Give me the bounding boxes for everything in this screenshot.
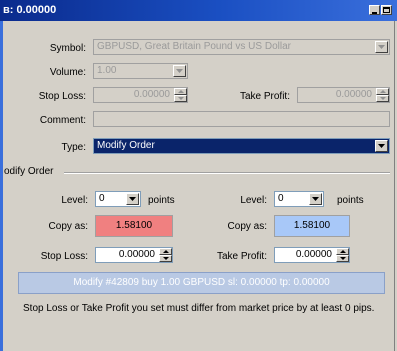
right-level-select[interactable]: 0: [274, 191, 324, 207]
type-label: Type:: [61, 142, 86, 153]
modify-take-profit-spinner[interactable]: [336, 248, 349, 262]
symbol-select[interactable]: GBPUSD, Great Britain Pound vs US Dollar: [93, 39, 390, 55]
stop-loss-value: 0.00000: [133, 89, 170, 100]
chevron-down-icon[interactable]: [375, 140, 388, 152]
modify-order-button[interactable]: Modify #42809 buy 1.00 GBPUSD sl: 0.0000…: [18, 272, 385, 294]
comment-input[interactable]: [93, 111, 390, 127]
modify-stop-loss-spinner[interactable]: [159, 248, 172, 262]
modify-stop-loss-input[interactable]: 0.00000: [95, 247, 173, 263]
minimize-icon: [372, 12, 377, 14]
left-points-label: points: [148, 195, 175, 206]
take-profit-input[interactable]: 0.00000: [297, 87, 390, 103]
arrow-down-icon: [380, 97, 386, 100]
right-points-label: points: [337, 195, 364, 206]
modify-stop-loss-value: 0.00000: [118, 249, 155, 260]
left-level-value: 0: [99, 193, 105, 204]
volume-value: 1.00: [97, 65, 117, 76]
arrow-down-icon: [178, 97, 184, 100]
take-profit-spinner[interactable]: [376, 88, 389, 102]
modify-take-profit-value: 0.00000: [295, 249, 332, 260]
arrow-up-icon: [380, 90, 386, 93]
chevron-down-icon[interactable]: [375, 41, 388, 53]
chevron-down-icon[interactable]: [126, 193, 139, 205]
take-profit-label: Take Profit:: [239, 91, 290, 102]
minimize-button[interactable]: [369, 5, 380, 15]
modify-stop-loss-label: Stop Loss:: [40, 251, 88, 262]
modify-take-profit-input[interactable]: 0.00000: [274, 247, 350, 263]
stop-loss-spinner[interactable]: [174, 88, 187, 102]
arrow-down-icon: [340, 257, 346, 260]
type-select[interactable]: Modify Order: [93, 138, 390, 154]
left-level-select[interactable]: 0: [95, 191, 141, 207]
copy-stop-loss-value: 1.58100: [115, 220, 153, 231]
take-profit-value: 0.00000: [335, 89, 372, 100]
comment-label: Comment:: [39, 115, 86, 126]
stop-loss-label: Stop Loss:: [38, 91, 86, 102]
group-divider: [64, 172, 390, 174]
modify-order-group-label: odify Order: [4, 166, 54, 177]
left-level-label: Level:: [61, 195, 88, 206]
arrow-up-icon: [340, 250, 346, 253]
arrow-up-icon: [178, 90, 184, 93]
title-bar[interactable]: в: 0.00000: [0, 0, 397, 21]
modify-take-profit-label: Take Profit:: [216, 251, 267, 262]
arrow-up-icon: [163, 250, 169, 253]
symbol-label: Symbol:: [49, 43, 86, 54]
window-frame-left: [0, 21, 3, 351]
right-level-label: Level:: [240, 195, 267, 206]
copy-stop-loss-button[interactable]: 1.58100: [95, 215, 173, 237]
arrow-down-icon: [163, 257, 169, 260]
copy-take-profit-value: 1.58100: [293, 220, 331, 231]
maximize-icon: [383, 7, 390, 13]
left-copy-label: Copy as:: [48, 221, 88, 232]
volume-select[interactable]: 1.00: [93, 63, 188, 79]
maximize-button[interactable]: [381, 5, 392, 15]
symbol-value: GBPUSD, Great Britain Pound vs US Dollar: [97, 41, 291, 52]
stop-loss-input[interactable]: 0.00000: [93, 87, 188, 103]
copy-take-profit-button[interactable]: 1.58100: [274, 215, 350, 237]
type-value: Modify Order: [97, 140, 155, 151]
volume-label: Volume:: [49, 67, 86, 78]
chevron-down-icon[interactable]: [309, 193, 322, 205]
right-level-value: 0: [278, 193, 284, 204]
right-copy-label: Copy as:: [227, 221, 267, 232]
modify-order-button-label: Modify #42809 buy 1.00 GBPUSD sl: 0.0000…: [73, 277, 330, 288]
window-title: в: 0.00000: [3, 4, 57, 16]
chevron-down-icon[interactable]: [173, 65, 186, 77]
min-distance-note: Stop Loss or Take Profit you set must di…: [23, 303, 375, 314]
